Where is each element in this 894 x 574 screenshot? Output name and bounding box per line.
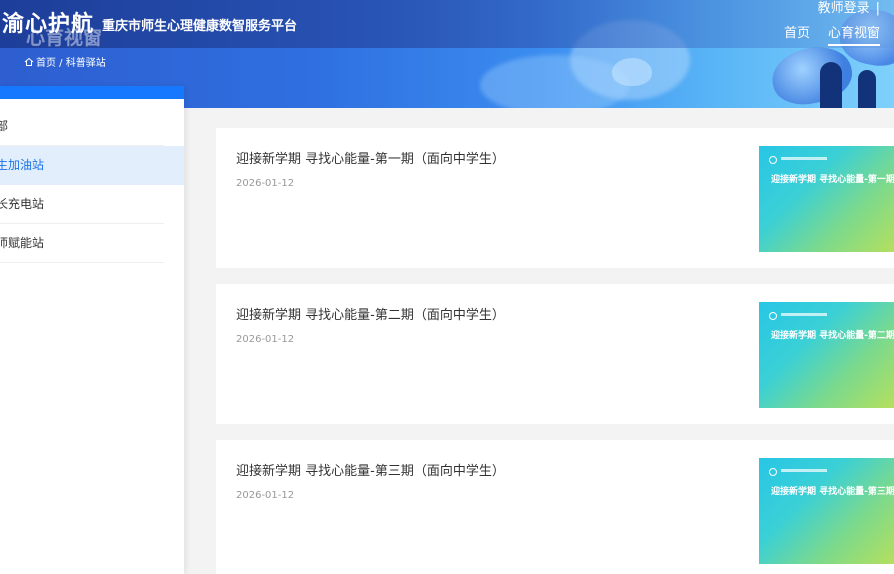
section-ghost-title: 心育视窗 bbox=[26, 27, 103, 49]
thumbnail-logo-text bbox=[781, 157, 827, 160]
breadcrumb: 首页 / 科普驿站 bbox=[24, 54, 106, 69]
main-nav: 首页 心育视窗 bbox=[766, 22, 880, 46]
sidebar: 部 生加油站 长充电站 师赋能站 bbox=[0, 86, 184, 574]
home-icon bbox=[24, 57, 34, 66]
thumbnail-title: 迎接新学期 寻找心能量-第一期（面向中学生） bbox=[771, 175, 894, 185]
thumbnail-logo-text bbox=[781, 469, 827, 472]
sidebar-menu: 部 生加油站 长充电站 师赋能站 bbox=[0, 99, 184, 263]
article-title[interactable]: 迎接新学期 寻找心能量-第二期（面向中学生） bbox=[236, 304, 505, 323]
article-date: 2026-01-12 bbox=[236, 334, 295, 345]
teacher-login-link[interactable]: 教师登录 bbox=[818, 1, 870, 16]
nav-xinyu-window[interactable]: 心育视窗 bbox=[827, 22, 880, 46]
article-thumbnail[interactable]: 迎接新学期 寻找心能量-第三期（面向中学生） bbox=[759, 458, 894, 564]
sidebar-item-teacher-station[interactable]: 师赋能站 bbox=[0, 224, 164, 263]
thumbnail-logo-icon bbox=[769, 156, 777, 164]
teacher-login-area: 教师登录 | bbox=[818, 0, 880, 16]
banner-glow bbox=[480, 55, 630, 108]
sidebar-item-label: 生加油站 bbox=[0, 158, 45, 172]
article-date: 2026-01-12 bbox=[236, 178, 295, 189]
sidebar-item-all[interactable]: 部 bbox=[0, 107, 164, 146]
banner-heart-decoration bbox=[612, 58, 652, 86]
sidebar-item-student-station[interactable]: 生加油站 bbox=[0, 146, 184, 185]
thumbnail-logo-icon bbox=[769, 312, 777, 320]
sidebar-item-label: 部 bbox=[0, 119, 8, 133]
breadcrumb-text[interactable]: 首页 / 科普驿站 bbox=[36, 54, 106, 69]
sidebar-accent-bar bbox=[0, 86, 184, 99]
article-card[interactable]: 迎接新学期 寻找心能量-第一期（面向中学生） 2026-01-12 迎接新学期 … bbox=[216, 128, 894, 268]
nav-home[interactable]: 首页 bbox=[784, 22, 810, 46]
thumbnail-logo-text bbox=[781, 313, 827, 316]
sidebar-item-label: 师赋能站 bbox=[0, 236, 45, 250]
banner-plant-decoration bbox=[858, 70, 876, 108]
sidebar-item-label: 长充电站 bbox=[0, 197, 45, 211]
article-list: 迎接新学期 寻找心能量-第一期（面向中学生） 2026-01-12 迎接新学期 … bbox=[216, 128, 894, 574]
logo-subtitle: 重庆市师生心理健康数智服务平台 bbox=[102, 18, 298, 34]
article-card[interactable]: 迎接新学期 寻找心能量-第三期（面向中学生） 2026-01-12 迎接新学期 … bbox=[216, 440, 894, 574]
sidebar-item-parent-station[interactable]: 长充电站 bbox=[0, 185, 164, 224]
article-title[interactable]: 迎接新学期 寻找心能量-第一期（面向中学生） bbox=[236, 148, 505, 167]
article-thumbnail[interactable]: 迎接新学期 寻找心能量-第二期（面向中学生） bbox=[759, 302, 894, 408]
thumbnail-logo-icon bbox=[769, 468, 777, 476]
article-card[interactable]: 迎接新学期 寻找心能量-第二期（面向中学生） 2026-01-12 迎接新学期 … bbox=[216, 284, 894, 424]
article-thumbnail[interactable]: 迎接新学期 寻找心能量-第一期（面向中学生） bbox=[759, 146, 894, 252]
article-title[interactable]: 迎接新学期 寻找心能量-第三期（面向中学生） bbox=[236, 460, 505, 479]
thumbnail-title: 迎接新学期 寻找心能量-第三期（面向中学生） bbox=[771, 487, 894, 497]
banner-plant-decoration bbox=[820, 62, 842, 108]
article-date: 2026-01-12 bbox=[236, 490, 295, 501]
login-separator: | bbox=[875, 1, 880, 16]
thumbnail-title: 迎接新学期 寻找心能量-第二期（面向中学生） bbox=[771, 331, 894, 341]
